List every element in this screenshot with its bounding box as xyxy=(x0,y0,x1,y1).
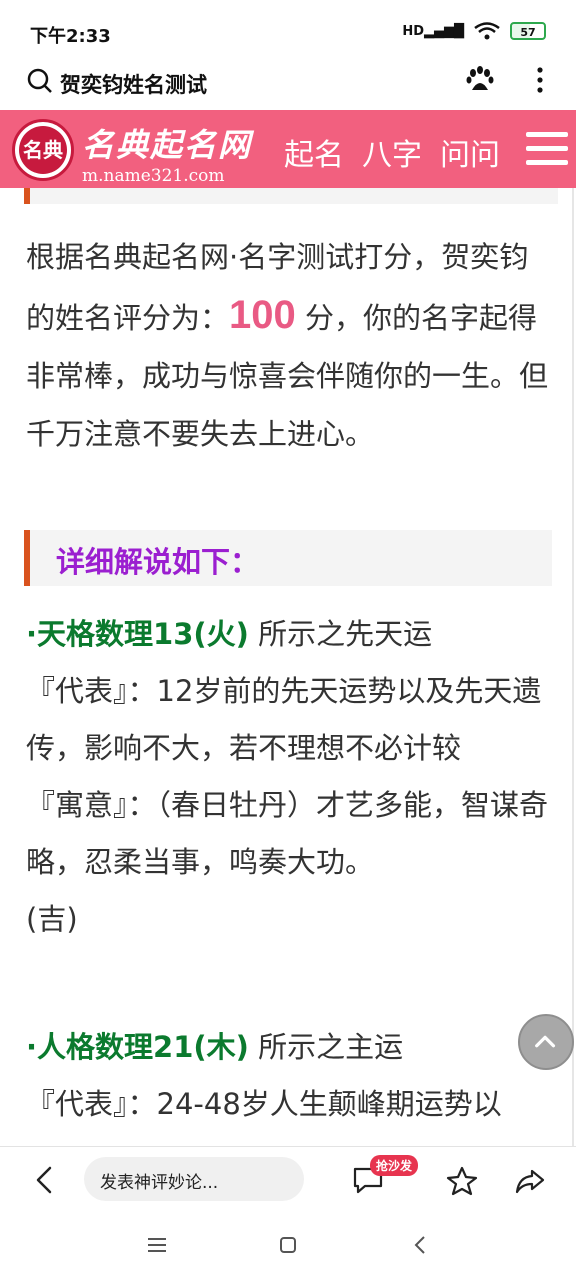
favorite-star-icon[interactable] xyxy=(446,1165,478,1197)
renge-subtitle: 所示之主运 xyxy=(258,1030,404,1064)
back-chevron-icon[interactable] xyxy=(30,1165,60,1195)
represent-text: 24-48岁人生颠峰期运势以 xyxy=(156,1087,502,1121)
browser-search-bar[interactable]: 贺奕钧姓名测试 xyxy=(0,58,576,110)
battery-icon: 57 xyxy=(510,22,546,40)
brand-url: m.name321.com xyxy=(82,166,225,186)
renge-represent: 『代表』：24-48岁人生颠峰期运势以 xyxy=(26,1076,554,1133)
site-header: 名典 名典起名网 m.name321.com 起名 八字 问问 xyxy=(0,110,576,188)
status-time: 下午2:33 xyxy=(30,26,111,47)
search-icon[interactable] xyxy=(27,68,53,94)
hamburger-menu-icon[interactable] xyxy=(526,132,568,168)
comment-input[interactable]: 发表神评妙论... xyxy=(84,1157,304,1201)
more-options-icon[interactable] xyxy=(530,64,550,96)
section-heading: 详细解说如下： xyxy=(24,530,552,586)
nav-item-qiming[interactable]: 起名 xyxy=(284,130,344,174)
brand-name: 名典起名网 xyxy=(82,126,253,164)
renge-block: ·人格数理21(木) 所示之主运 『代表』：24-48岁人生颠峰期运势以 xyxy=(26,1019,554,1133)
status-icons: HD▂▄▆█ 57 xyxy=(402,22,546,40)
bottom-action-bar: 发表神评妙论... 抢沙发 xyxy=(0,1146,576,1213)
system-nav-bar xyxy=(0,1212,576,1280)
logo-text: 名典 xyxy=(19,126,67,174)
recent-apps-icon[interactable] xyxy=(148,1238,166,1252)
tiange-title: ·天格数理13(火) xyxy=(26,617,249,651)
scroll-edge xyxy=(572,188,574,1146)
renge-title: ·人格数理21(木) xyxy=(26,1030,249,1064)
represent-label: 『代表』： xyxy=(26,674,157,708)
tiange-block: ·天格数理13(火) 所示之先天运 『代表』：12岁前的先天运势以及先天遗传，影… xyxy=(26,606,554,948)
share-icon[interactable] xyxy=(514,1165,546,1197)
brand[interactable]: 名典起名网 m.name321.com xyxy=(82,120,252,186)
scroll-to-top-button[interactable] xyxy=(518,1014,574,1070)
previous-section-heading xyxy=(24,188,558,204)
tiange-subtitle: 所示之先天运 xyxy=(258,617,433,651)
nav-item-wenwen[interactable]: 问问 xyxy=(440,130,500,174)
score-paragraph: 根据名典起名网·名字测试打分，贺奕钧的姓名评分为：100 分，你的名字起得非常棒… xyxy=(26,228,554,463)
site-logo[interactable]: 名典 xyxy=(12,119,74,181)
meaning-label: 『寓意』： xyxy=(26,788,157,822)
tiange-meaning: 『寓意』：（春日牡丹）才艺多能，智谋奇略，忍柔当事，鸣奏大功。 xyxy=(26,777,554,891)
site-nav: 起名 八字 问问 xyxy=(284,130,500,174)
tiange-heading: ·天格数理13(火) 所示之先天运 xyxy=(26,606,554,663)
renge-heading: ·人格数理21(木) 所示之主运 xyxy=(26,1019,554,1076)
system-back-icon[interactable] xyxy=(412,1236,428,1254)
chevron-up-icon xyxy=(535,1035,556,1048)
comment-placeholder: 发表神评妙论... xyxy=(100,1173,219,1193)
status-bar: 下午2:33 HD▂▄▆█ 57 xyxy=(0,0,576,58)
signal-icon: HD▂▄▆█ xyxy=(402,23,464,39)
article-content: 根据名典起名网·名字测试打分，贺奕钧的姓名评分为：100 分，你的名字起得非常棒… xyxy=(0,188,576,1146)
wifi-icon xyxy=(474,22,500,40)
battery-level: 57 xyxy=(520,26,536,39)
nav-item-bazi[interactable]: 八字 xyxy=(362,130,422,174)
section-title: 详细解说如下： xyxy=(56,545,260,579)
sofa-badge[interactable]: 抢沙发 xyxy=(370,1155,419,1176)
baidu-paw-icon[interactable] xyxy=(464,64,496,96)
represent-label: 『代表』： xyxy=(26,1087,157,1121)
home-icon[interactable] xyxy=(280,1237,296,1253)
score-value: 100 xyxy=(229,293,296,337)
search-query[interactable]: 贺奕钧姓名测试 xyxy=(60,69,207,99)
signal-label: HD xyxy=(402,23,424,39)
tiange-luck: (吉) xyxy=(26,902,78,936)
tiange-represent: 『代表』：12岁前的先天运势以及先天遗传，影响不大，若不理想不必计较 xyxy=(26,663,554,777)
